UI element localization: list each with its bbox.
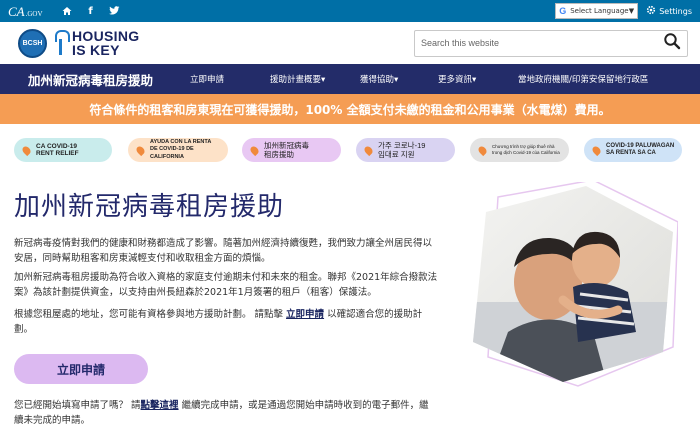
search-icon[interactable] (663, 32, 681, 54)
eligibility-line2: 劃。 (14, 324, 34, 335)
pill-line2: 임대료 지원 (378, 150, 415, 159)
map-pin-icon (248, 144, 261, 156)
nav-item-get-help[interactable]: 獲得協助▾ (360, 73, 438, 85)
nav-item-more-info[interactable]: 更多資訊▾ (438, 73, 518, 85)
continue-line2: 續未完成的申請。 (14, 415, 91, 426)
pill-line1: COVID-19 PALUWAGAN (606, 142, 675, 149)
banner-text: 符合條件的租客和房東現在可獲得援助，100% 全額支付未繳的租金和公用事業（水電… (89, 102, 611, 117)
pill-vietnamese[interactable]: Chương trình trợ giúp thuê nhà trong dịch… (470, 138, 569, 162)
map-pin-icon (134, 144, 147, 156)
pill-line1: CA COVID-19 (36, 142, 77, 150)
map-pin-icon (20, 144, 33, 156)
intro-line2: 安居，同時幫助租客和房東減輕支付和收取租金方面的煩惱。 (14, 253, 271, 264)
nav-brand[interactable]: 加州新冠病毒租房援助 (0, 70, 190, 89)
twitter-icon[interactable] (109, 5, 121, 17)
intro-line1: 新冠病毒疫情對我們的健康和財務都造成了影響。隨著加州經濟持續復甦，我們致力讓全州… (14, 238, 433, 249)
intro-paragraph: 新冠病毒疫情對我們的健康和財務都造成了影響。隨著加州經濟持續復甦，我們致力讓全州… (14, 236, 464, 266)
pill-line2: RENT RELIEF (36, 150, 79, 157)
continue-text-b: 繼續完成申請，或是通過您開始申請時收到的電子郵件，繼 (178, 400, 429, 411)
eligibility-text-b: 以確認適合您的援助計 (324, 309, 423, 320)
funding-line2: 案》為該計劃提供資金，以支持由州長紐森於2021年1月簽署的租戶（租客）保護法。 (14, 287, 377, 298)
click-here-link[interactable]: 點擊這裡 (141, 400, 179, 411)
key-icon (55, 30, 70, 56)
continue-text-a: 您已經開始填寫申請了嗎？ 請 (14, 400, 141, 411)
ca-gov-logo[interactable]: CA .GOV (8, 5, 43, 18)
announcement-banner: 符合條件的租客和房東現在可獲得援助，100% 全額支付未繳的租金和公用事業（水電… (0, 94, 700, 124)
language-pills: CA COVID-19 RENT RELIEF AYUDA CON LA RENT… (0, 138, 700, 164)
eligibility-paragraph: 根據您租屋處的地址，您可能有資格參與地方援助計劃。 請點擊 立即申請 以確認適合… (14, 307, 464, 337)
funding-paragraph: 加州新冠病毒租房援助為符合收入資格的家庭支付逾期未付和未來的租金。聯邦《2021… (14, 270, 464, 300)
continue-paragraph: 您已經開始填寫申請了嗎？ 請點擊這裡 繼續完成申請，或是通過您開始申請時收到的電… (14, 398, 474, 428)
bcsh-seal-logo[interactable]: BCSH (18, 28, 47, 58)
map-pin-icon (476, 144, 489, 156)
pill-tagalog[interactable]: COVID-19 PALUWAGAN SA RENTA SA CA (584, 138, 682, 162)
search-box (414, 29, 688, 57)
nav-item-local-jurisdictions[interactable]: 當地政府機關/印第安保留地行政區 (518, 73, 648, 85)
eligibility-text-a: 根據您租屋處的地址，您可能有資格參與地方援助計劃。 請點擊 (14, 309, 287, 320)
pill-chinese[interactable]: 加州新冠病毒 租房援助 (242, 138, 341, 162)
map-pin-icon (590, 144, 603, 156)
apply-now-label: 立即申請 (56, 362, 105, 377)
home-icon[interactable] (61, 6, 73, 17)
google-g-icon: G (559, 6, 567, 16)
logo-line2: IS KEY (72, 42, 120, 58)
ca-gov-text: .GOV (25, 9, 43, 18)
site-header: BCSH HOUSING IS KEY (0, 22, 700, 64)
map-pin-icon (362, 144, 375, 156)
apply-now-button[interactable]: 立即申請 (14, 354, 148, 384)
pill-korean[interactable]: 가주 코로나-19 임대료 지원 (356, 138, 455, 162)
seal-text: BCSH (22, 39, 43, 47)
pill-line2: DE COVID-19 DE CALIFORNIA (150, 146, 194, 160)
ca-logo-text: CA (8, 3, 25, 19)
search-input[interactable] (421, 38, 663, 48)
pill-line1: Chương trình trợ giúp thuê nhà (492, 144, 555, 149)
language-select[interactable]: G Select Language ▼ (555, 3, 639, 19)
logo-line1: HOUSING (72, 28, 140, 44)
pill-english[interactable]: CA COVID-19 RENT RELIEF (14, 138, 112, 162)
nav-item-apply-now[interactable]: 立即申請 (190, 73, 270, 85)
gear-icon (646, 5, 656, 17)
facebook-icon[interactable]: f (85, 6, 97, 17)
settings-label: Settings (659, 6, 692, 16)
pill-line2: trong dịch Covid-19 của California (492, 150, 560, 155)
language-label: Select Language (570, 7, 629, 15)
pill-line2: SA RENTA SA CA (606, 150, 656, 156)
apply-now-link[interactable]: 立即申請 (286, 309, 324, 320)
housing-is-key-logo[interactable]: HOUSING IS KEY (55, 29, 139, 57)
funding-line1: 加州新冠病毒租房援助為符合收入資格的家庭支付逾期未付和未來的租金。聯邦《2021… (14, 272, 438, 283)
pill-line1: 加州新冠病毒 (264, 141, 309, 150)
family-photo (468, 179, 679, 387)
chevron-down-icon: ▼ (628, 7, 635, 15)
gov-bar: CA .GOV f G Select Language ▼ Settings (0, 0, 700, 22)
pill-spanish[interactable]: AYUDA CON LA RENTA DE COVID-19 DE CALIFOR… (128, 138, 228, 162)
main-nav: 加州新冠病毒租房援助 立即申請 援助計畫概要▾ 獲得協助▾ 更多資訊▾ 當地政府… (0, 64, 700, 94)
pill-line2: 租房援助 (264, 150, 294, 159)
pill-line1: AYUDA CON LA RENTA (150, 138, 212, 145)
page-title: 加州新冠病毒租房援助 (14, 192, 285, 222)
settings-button[interactable]: Settings (646, 5, 692, 17)
nav-item-program-overview[interactable]: 援助計畫概要▾ (270, 73, 360, 85)
pill-line1: 가주 코로나-19 (378, 141, 426, 150)
